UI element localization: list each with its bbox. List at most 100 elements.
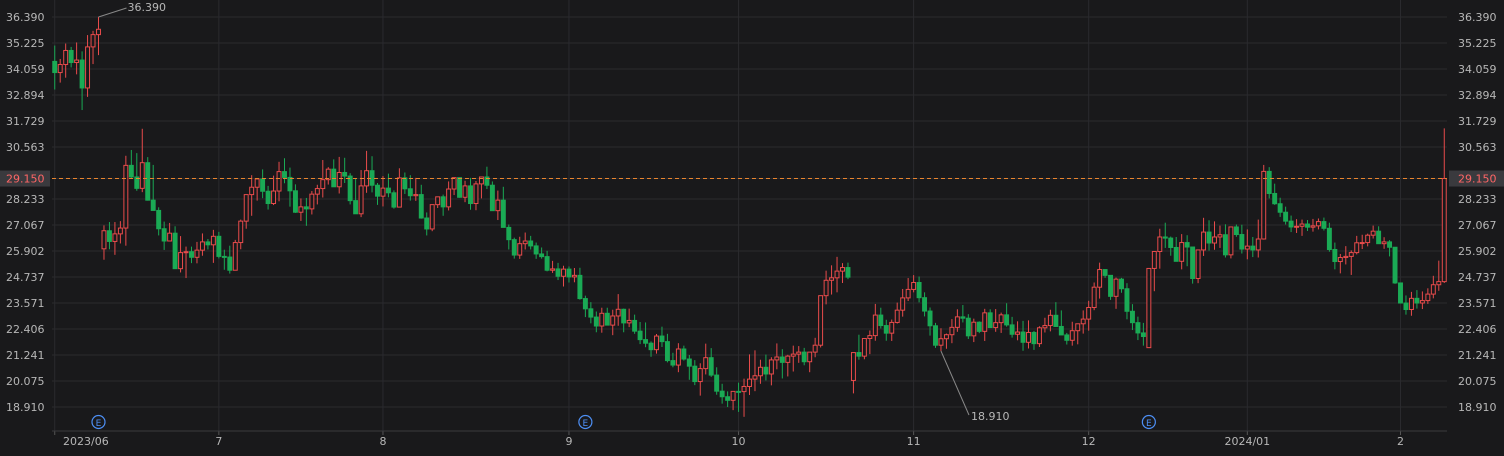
candle-body[interactable] xyxy=(1387,241,1393,248)
candle-body[interactable] xyxy=(900,297,906,311)
candle-body[interactable] xyxy=(446,188,452,208)
candle-body[interactable] xyxy=(85,46,91,89)
candle-body[interactable] xyxy=(752,375,758,380)
candle-body[interactable] xyxy=(1151,250,1157,269)
candle-body[interactable] xyxy=(730,390,736,401)
candle-body[interactable] xyxy=(938,338,944,346)
candle-body[interactable] xyxy=(1315,221,1321,227)
candle-body[interactable] xyxy=(79,59,85,89)
candle-body[interactable] xyxy=(1168,237,1174,248)
candle-body[interactable] xyxy=(1419,300,1425,304)
candle-body[interactable] xyxy=(976,321,982,332)
candle-body[interactable] xyxy=(1425,293,1431,302)
candle-body[interactable] xyxy=(194,249,200,258)
candle-body[interactable] xyxy=(347,175,353,202)
candle-body[interactable] xyxy=(167,232,173,242)
candle-body[interactable] xyxy=(1332,248,1338,263)
candle-body[interactable] xyxy=(424,217,430,230)
candle-body[interactable] xyxy=(260,178,266,192)
candle-body[interactable] xyxy=(807,351,813,363)
candle-body[interactable] xyxy=(303,206,309,210)
candle-body[interactable] xyxy=(982,312,988,332)
candle-body[interactable] xyxy=(353,200,359,215)
candle-body[interactable] xyxy=(960,316,966,319)
candle-body[interactable] xyxy=(1326,227,1332,250)
candle-body[interactable] xyxy=(1376,230,1382,245)
candle-body[interactable] xyxy=(90,34,96,48)
candle-body[interactable] xyxy=(1080,318,1086,325)
candle-body[interactable] xyxy=(1381,241,1387,245)
candle-body[interactable] xyxy=(1097,269,1103,288)
candle-body[interactable] xyxy=(221,255,227,258)
candle-body[interactable] xyxy=(561,268,566,277)
candle-body[interactable] xyxy=(998,314,1004,324)
candle-body[interactable] xyxy=(801,351,807,363)
candle-body[interactable] xyxy=(1430,284,1436,295)
candle-body[interactable] xyxy=(566,268,572,278)
candle-body[interactable] xyxy=(708,357,714,376)
candle-body[interactable] xyxy=(1113,278,1119,297)
candle-body[interactable] xyxy=(1261,170,1267,240)
candle-body[interactable] xyxy=(1184,242,1190,248)
candle-body[interactable] xyxy=(1299,223,1305,227)
candle-body[interactable] xyxy=(210,235,216,246)
candle-body[interactable] xyxy=(1354,242,1360,254)
candle-body[interactable] xyxy=(894,309,900,323)
candle-body[interactable] xyxy=(610,315,616,326)
candle-body[interactable] xyxy=(664,341,670,362)
candle-body[interactable] xyxy=(867,335,873,340)
candle-body[interactable] xyxy=(916,282,922,299)
candle-body[interactable] xyxy=(1058,325,1064,336)
candle-body[interactable] xyxy=(1365,234,1371,244)
candle-body[interactable] xyxy=(489,184,495,212)
candle-body[interactable] xyxy=(178,252,184,270)
candle-body[interactable] xyxy=(1036,327,1042,345)
candle-body[interactable] xyxy=(1157,236,1163,252)
candle-body[interactable] xyxy=(369,170,375,186)
candle-body[interactable] xyxy=(774,356,780,361)
candle-body[interactable] xyxy=(429,204,435,230)
candle-body[interactable] xyxy=(621,308,627,324)
candle-body[interactable] xyxy=(385,187,391,194)
candle-body[interactable] xyxy=(571,274,577,278)
candle-body[interactable] xyxy=(331,168,337,188)
candle-body[interactable] xyxy=(500,199,506,228)
candle-body[interactable] xyxy=(418,194,424,219)
candle-body[interactable] xyxy=(872,314,878,337)
candle-body[interactable] xyxy=(298,206,304,213)
candle-body[interactable] xyxy=(604,312,610,326)
candle-body[interactable] xyxy=(287,176,293,192)
candle-body[interactable] xyxy=(52,60,58,74)
candle-body[interactable] xyxy=(692,365,698,383)
candle-body[interactable] xyxy=(823,279,829,297)
candle-body[interactable] xyxy=(922,297,928,312)
candle-body[interactable] xyxy=(1124,288,1130,312)
candle-body[interactable] xyxy=(1244,245,1250,250)
candle-body[interactable] xyxy=(1414,297,1420,304)
candle-body[interactable] xyxy=(1129,310,1135,324)
candle-body[interactable] xyxy=(588,308,594,318)
candle-body[interactable] xyxy=(1195,249,1201,279)
candle-body[interactable] xyxy=(478,176,484,185)
candle-body[interactable] xyxy=(150,199,156,211)
candle-body[interactable] xyxy=(495,199,501,212)
candle-body[interactable] xyxy=(725,396,731,401)
candle-body[interactable] xyxy=(199,241,205,251)
candle-body[interactable] xyxy=(829,277,835,281)
candle-body[interactable] xyxy=(1255,238,1261,251)
candle-body[interactable] xyxy=(790,353,796,357)
candle-body[interactable] xyxy=(949,326,955,336)
candle-body[interactable] xyxy=(933,325,938,346)
candle-body[interactable] xyxy=(577,274,583,300)
candle-body[interactable] xyxy=(128,164,134,178)
candle-body[interactable] xyxy=(1343,255,1349,259)
candle-body[interactable] xyxy=(834,270,840,279)
candle-body[interactable] xyxy=(402,177,408,190)
candle-body[interactable] xyxy=(271,190,277,205)
candle-body[interactable] xyxy=(254,178,260,188)
candle-body[interactable] xyxy=(1086,306,1092,320)
candle-body[interactable] xyxy=(440,196,446,208)
candle-body[interactable] xyxy=(336,172,342,188)
candle-body[interactable] xyxy=(550,268,556,271)
candle-body[interactable] xyxy=(1020,331,1026,343)
